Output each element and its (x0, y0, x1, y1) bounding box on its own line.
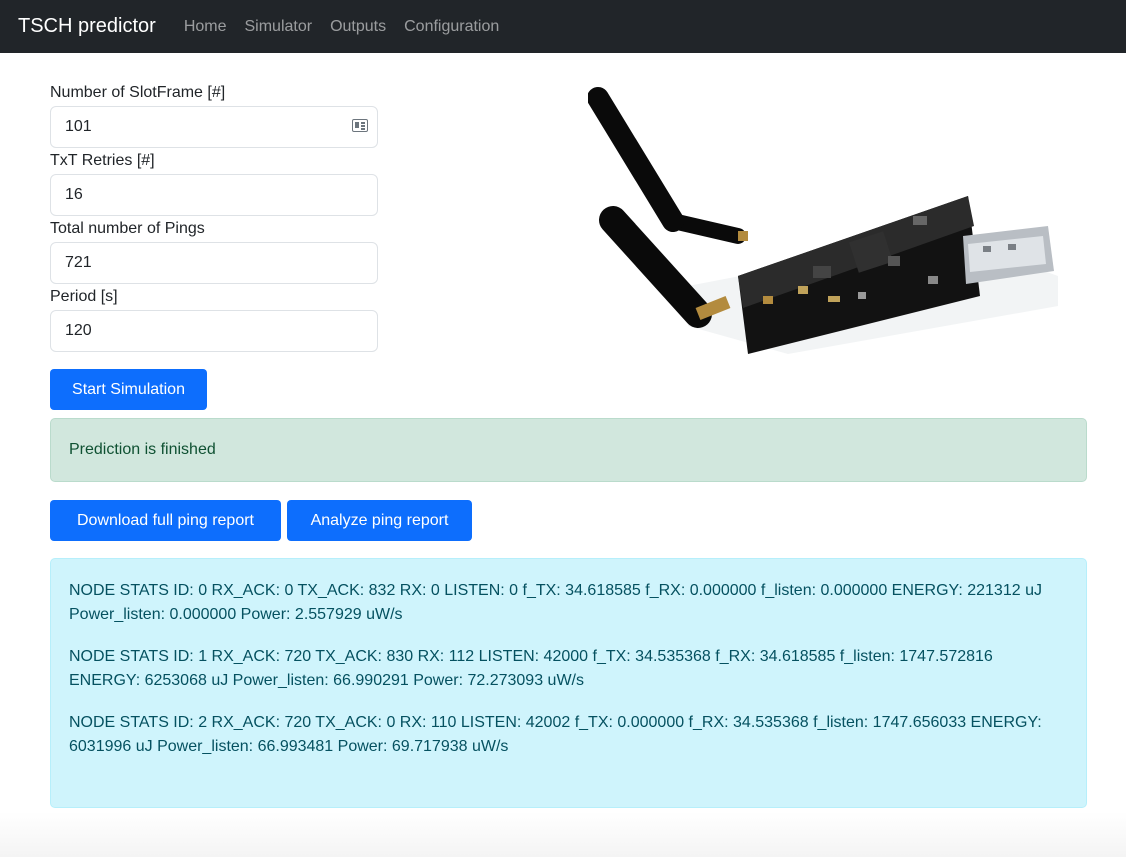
navbar-brand[interactable]: TSCH predictor (18, 15, 156, 38)
period-label: Period [s] (50, 288, 118, 305)
usb-dongle-image (588, 87, 1058, 354)
node-stats-line: NODE STATS ID: 1 RX_ACK: 720 TX_ACK: 830… (69, 648, 993, 689)
retries-input[interactable] (50, 174, 378, 216)
simulation-form: Number of SlotFrame [#] TxT Retries [#] … (50, 83, 378, 355)
slotframe-field-wrap (50, 106, 378, 148)
retries-field-wrap (50, 174, 378, 216)
node-stats-panel: NODE STATS ID: 0 RX_ACK: 0 TX_ACK: 832 R… (50, 558, 1087, 808)
pings-input[interactable] (50, 242, 378, 284)
retries-label: TxT Retries [#] (50, 152, 155, 169)
pings-field-wrap (50, 242, 378, 284)
status-message: Prediction is finished (69, 441, 216, 458)
node-stats-line: NODE STATS ID: 2 RX_ACK: 720 TX_ACK: 0 R… (69, 714, 1042, 755)
status-alert: Prediction is finished (50, 418, 1087, 482)
navbar: TSCH predictor Home Simulator Outputs Co… (0, 0, 1126, 53)
nav-link-configuration[interactable]: Configuration (404, 18, 499, 36)
period-input[interactable] (50, 310, 378, 352)
footer-band (0, 812, 1126, 857)
analyze-report-button[interactable]: Analyze ping report (287, 500, 472, 541)
period-field-wrap (50, 310, 378, 352)
slotframe-label: Number of SlotFrame [#] (50, 84, 226, 101)
nav-link-simulator[interactable]: Simulator (245, 18, 313, 36)
download-report-button[interactable]: Download full ping report (50, 500, 281, 541)
slotframe-input[interactable] (50, 106, 378, 148)
nav-link-outputs[interactable]: Outputs (330, 18, 386, 36)
pings-label: Total number of Pings (50, 220, 205, 237)
contact-card-icon[interactable] (352, 119, 368, 132)
node-stats-line: NODE STATS ID: 0 RX_ACK: 0 TX_ACK: 832 R… (69, 582, 1042, 623)
nav-link-home[interactable]: Home (184, 18, 227, 36)
start-simulation-button[interactable]: Start Simulation (50, 369, 207, 410)
